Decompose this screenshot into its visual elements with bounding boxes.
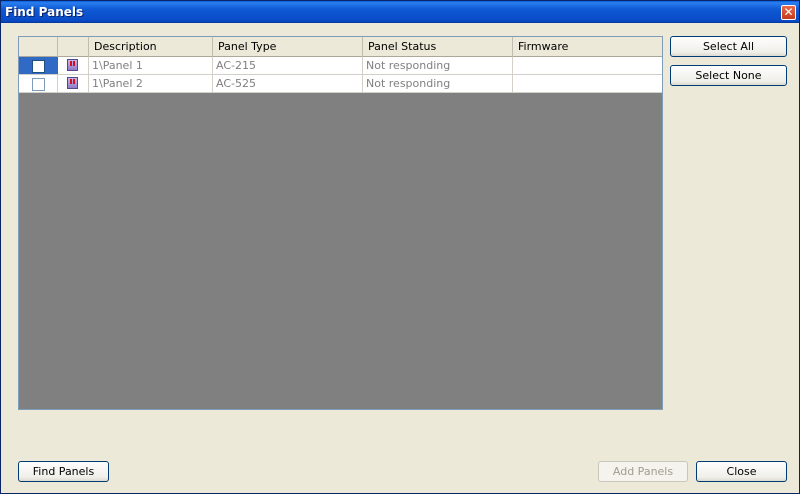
close-button[interactable]: Close (696, 461, 787, 482)
cell-panel-status: Not responding (363, 57, 513, 74)
grid-header: Description Panel Type Panel Status Firm… (19, 37, 662, 57)
table-row[interactable]: 1\Panel 2 AC-525 Not responding (19, 75, 662, 93)
row-checkbox[interactable] (32, 60, 45, 73)
header-panel-type[interactable]: Panel Type (213, 37, 363, 57)
cell-firmware (513, 75, 662, 92)
table-row[interactable]: 1\Panel 1 AC-215 Not responding (19, 57, 662, 75)
header-firmware[interactable]: Firmware (513, 37, 662, 57)
panel-icon (67, 77, 78, 89)
cell-panel-type: AC-525 (213, 75, 363, 92)
title-bar[interactable]: Find Panels ✕ (1, 1, 799, 23)
header-checkbox-column[interactable] (19, 37, 58, 57)
panel-icon (67, 59, 78, 71)
cell-panel-status: Not responding (363, 75, 513, 92)
header-icon-column[interactable] (58, 37, 89, 57)
select-none-button[interactable]: Select None (670, 65, 787, 86)
cell-firmware (513, 57, 662, 74)
add-panels-button[interactable]: Add Panels (598, 461, 688, 482)
panels-grid: Description Panel Type Panel Status Firm… (18, 36, 663, 410)
window-title: Find Panels (5, 5, 84, 19)
cell-panel-type: AC-215 (213, 57, 363, 74)
select-all-button[interactable]: Select All (670, 36, 787, 57)
cell-description: 1\Panel 1 (89, 57, 213, 74)
close-icon: ✕ (783, 5, 794, 19)
find-panels-button[interactable]: Find Panels (18, 461, 109, 482)
header-panel-status[interactable]: Panel Status (363, 37, 513, 57)
find-panels-dialog: Find Panels ✕ Description Panel Type Pan… (0, 0, 800, 494)
cell-description: 1\Panel 2 (89, 75, 213, 92)
header-description[interactable]: Description (89, 37, 213, 57)
close-window-button[interactable]: ✕ (781, 5, 796, 20)
